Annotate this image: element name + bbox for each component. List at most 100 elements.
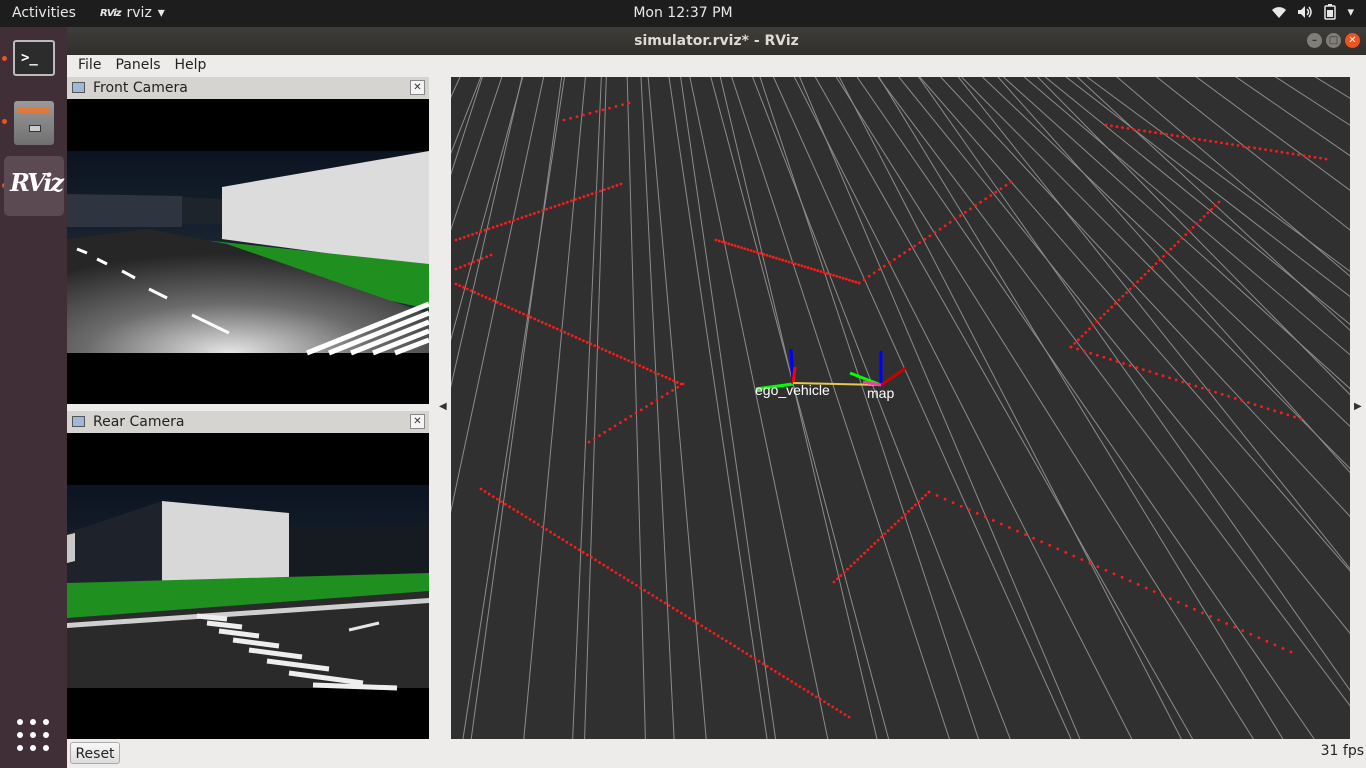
lane-point bbox=[888, 261, 891, 265]
lane-point bbox=[1151, 265, 1154, 269]
lane-point bbox=[765, 664, 769, 668]
lane-point bbox=[500, 500, 503, 504]
lane-point bbox=[1206, 211, 1210, 215]
reset-button[interactable]: Reset bbox=[70, 742, 120, 764]
lane-point bbox=[730, 243, 734, 247]
activities-button[interactable]: Activities bbox=[12, 5, 76, 21]
3d-viewport[interactable]: ego_vehicle map bbox=[451, 77, 1350, 739]
lane-point bbox=[1240, 399, 1244, 402]
lane-point bbox=[1095, 320, 1099, 324]
window-title: simulator.rviz* - RViz bbox=[634, 33, 799, 49]
grid-line bbox=[1274, 77, 1350, 126]
menu-help[interactable]: Help bbox=[175, 55, 207, 76]
lane-point bbox=[781, 258, 785, 262]
lane-point bbox=[528, 213, 532, 217]
lane-point bbox=[1095, 353, 1099, 357]
lane-point bbox=[1210, 207, 1213, 211]
lane-point bbox=[665, 392, 669, 396]
lane-point bbox=[1188, 229, 1191, 233]
lane-point bbox=[882, 264, 886, 268]
lane-point bbox=[1269, 149, 1273, 152]
lane-point bbox=[1313, 155, 1317, 159]
lane-point bbox=[472, 260, 475, 264]
maximize-icon[interactable]: □ bbox=[1326, 33, 1341, 48]
lane-point bbox=[736, 245, 740, 249]
dock-item-rviz[interactable]: RViz bbox=[4, 156, 64, 216]
lane-point bbox=[778, 672, 781, 676]
window-titlebar[interactable]: simulator.rviz* - RViz – □ ✕ bbox=[67, 27, 1366, 55]
lane-point bbox=[485, 255, 489, 259]
lane-point bbox=[1102, 312, 1106, 316]
lane-point bbox=[918, 241, 922, 245]
lane-point bbox=[503, 304, 507, 308]
lane-point bbox=[1260, 405, 1263, 409]
lane-point bbox=[536, 523, 540, 526]
app-grid-icon[interactable] bbox=[17, 719, 50, 752]
lane-point bbox=[999, 187, 1003, 191]
lane-point bbox=[495, 224, 499, 228]
grid-line bbox=[451, 77, 545, 513]
lane-point bbox=[835, 708, 839, 711]
lane-point bbox=[757, 659, 761, 663]
lane-point bbox=[499, 223, 503, 227]
grid-line bbox=[647, 77, 707, 739]
collapse-right-icon[interactable]: ▶ bbox=[1354, 401, 1362, 412]
lane-point bbox=[645, 367, 649, 371]
front-camera-titlebar[interactable]: Front Camera ✕ bbox=[67, 77, 429, 100]
lane-point bbox=[1247, 401, 1250, 404]
lane-point bbox=[708, 629, 712, 633]
lane-point bbox=[603, 188, 606, 191]
lane-point bbox=[917, 500, 921, 504]
lane-point bbox=[876, 538, 880, 542]
lane-point bbox=[488, 297, 492, 301]
lane-point bbox=[483, 490, 487, 493]
rviz-main: File Panels Help Front Camera ✕ Rear Cam… bbox=[67, 55, 1366, 768]
dock-item-files[interactable] bbox=[4, 93, 64, 153]
minimize-icon[interactable]: – bbox=[1307, 33, 1322, 48]
lane-point bbox=[1096, 565, 1100, 569]
close-icon[interactable]: ✕ bbox=[1345, 33, 1360, 48]
grid-line bbox=[451, 77, 461, 99]
front-camera-view[interactable] bbox=[67, 99, 429, 404]
x-axis bbox=[880, 366, 907, 387]
lane-point bbox=[1104, 568, 1108, 572]
lane-point bbox=[1220, 392, 1224, 396]
rear-camera-titlebar[interactable]: Rear Camera ✕ bbox=[67, 411, 429, 434]
menu-panels[interactable]: Panels bbox=[115, 55, 160, 76]
lane-point bbox=[1209, 139, 1212, 143]
lane-point bbox=[778, 257, 781, 261]
grid-line bbox=[626, 77, 646, 739]
lane-point bbox=[612, 352, 615, 356]
collapse-left-icon[interactable]: ◀ bbox=[439, 401, 447, 412]
grid-line bbox=[1320, 77, 1350, 739]
grid-line bbox=[710, 77, 890, 739]
lane-point bbox=[615, 184, 619, 187]
close-panel-icon[interactable]: ✕ bbox=[410, 414, 425, 429]
lane-point bbox=[638, 364, 642, 368]
lane-point bbox=[525, 314, 529, 318]
lane-point bbox=[1159, 132, 1163, 135]
lane-point bbox=[1077, 338, 1080, 342]
clock[interactable]: Mon 12:37 PM bbox=[633, 5, 732, 21]
menu-file[interactable]: File bbox=[78, 55, 101, 76]
app-menu[interactable]: RViz rviz ▾ bbox=[100, 5, 165, 21]
lane-point bbox=[856, 558, 860, 561]
lane-point bbox=[1016, 529, 1019, 533]
lane-point bbox=[1192, 137, 1196, 140]
dock-item-terminal[interactable]: >_ bbox=[4, 30, 64, 90]
lane-point bbox=[943, 497, 947, 501]
lane-point bbox=[1110, 124, 1113, 128]
lane-point bbox=[619, 182, 623, 186]
lane-point bbox=[765, 253, 769, 257]
lane-point bbox=[1169, 247, 1173, 251]
rear-camera-view[interactable] bbox=[67, 433, 429, 739]
lane-point bbox=[1165, 251, 1169, 255]
close-panel-icon[interactable]: ✕ bbox=[410, 80, 425, 95]
chevron-down-icon: ▾ bbox=[157, 5, 165, 21]
dock: >_ RViz bbox=[0, 27, 67, 768]
lane-point bbox=[626, 578, 630, 582]
system-tray[interactable]: ▾ bbox=[1271, 4, 1354, 20]
lane-point bbox=[1209, 615, 1212, 618]
lane-point bbox=[1176, 134, 1179, 138]
lane-point bbox=[771, 255, 775, 259]
